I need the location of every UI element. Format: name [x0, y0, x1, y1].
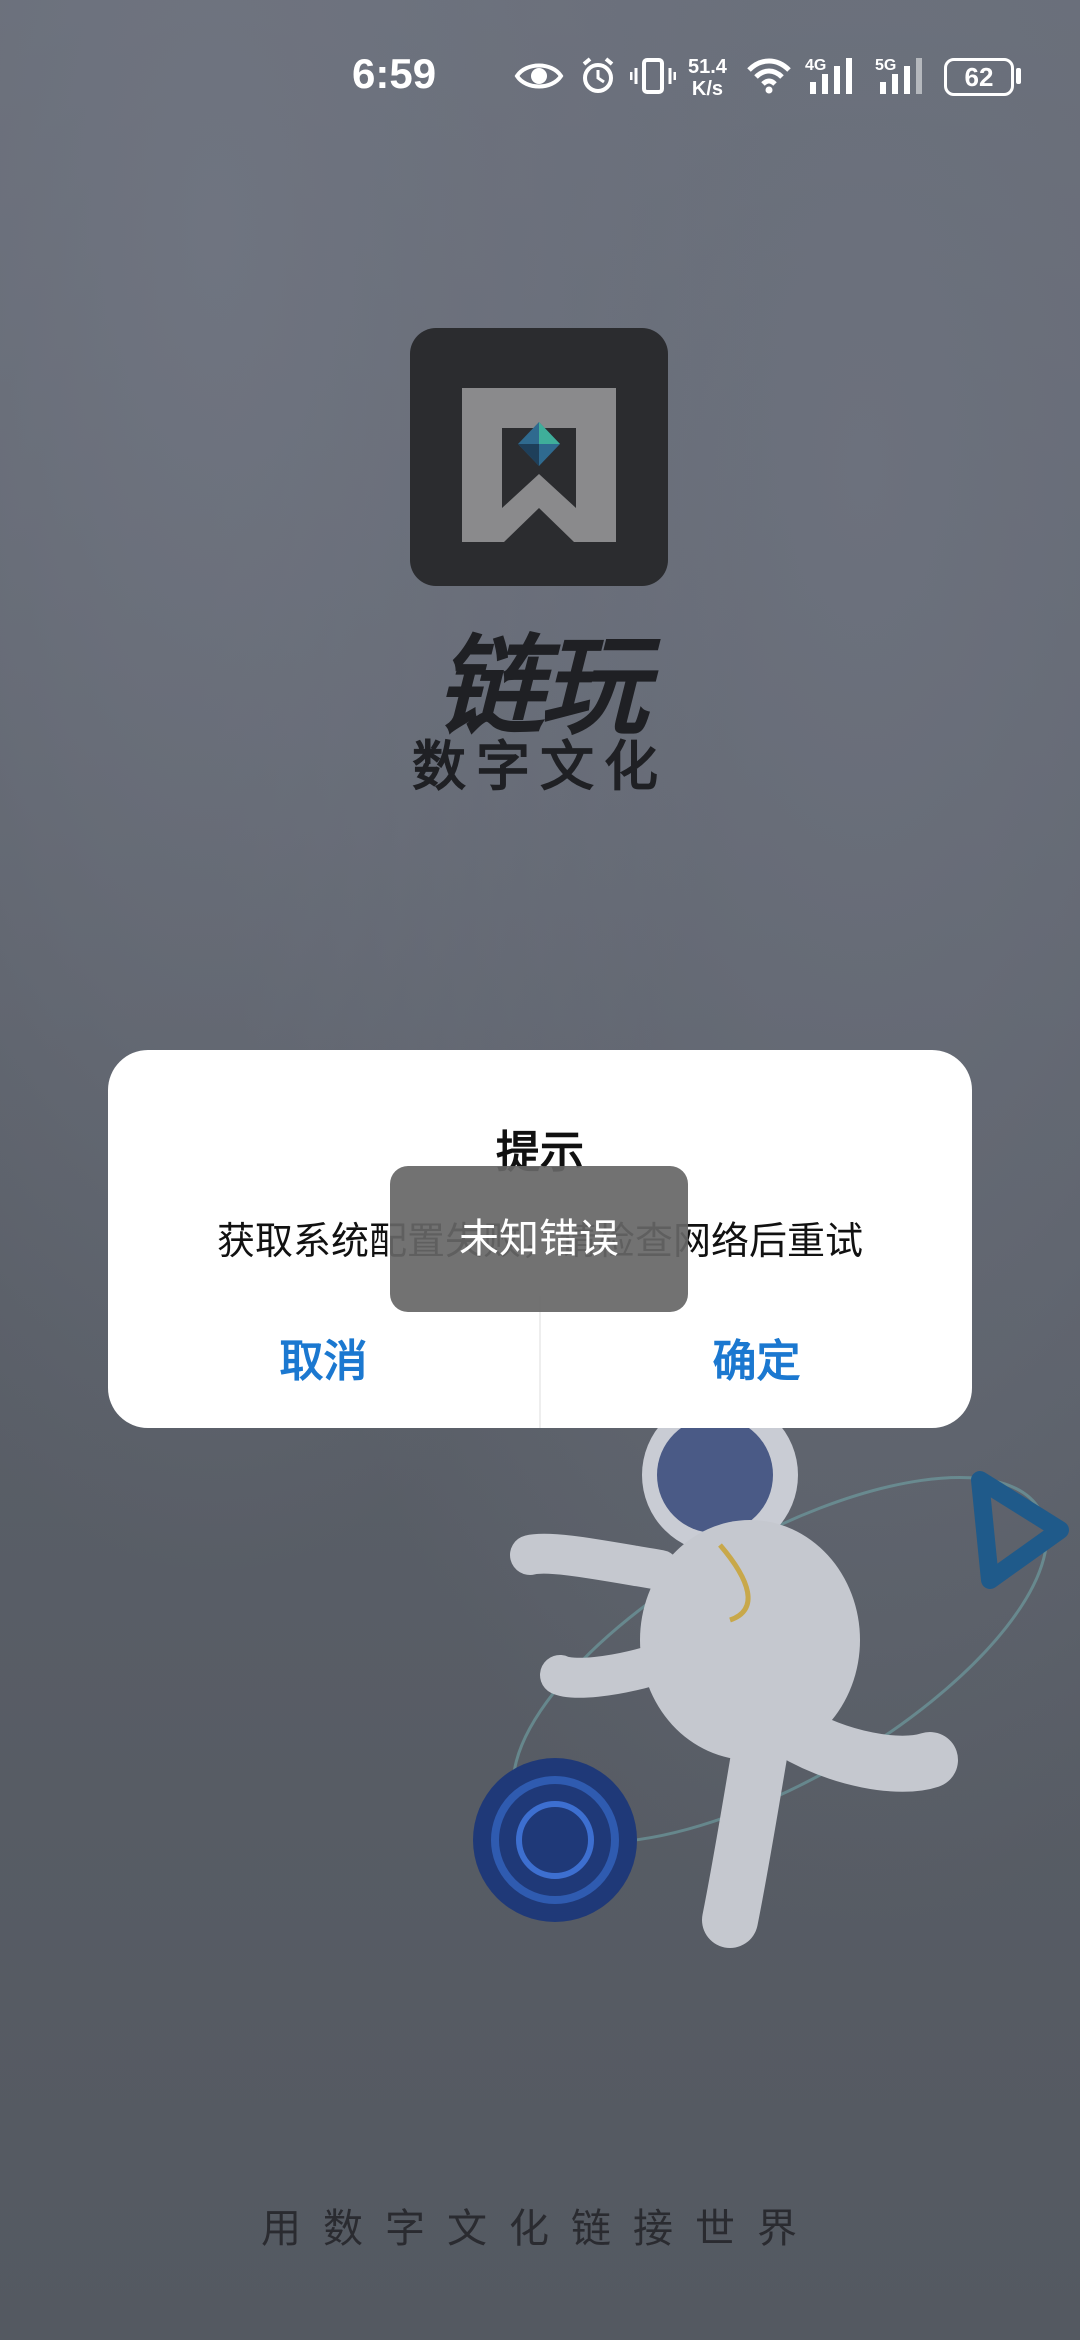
- slogan: 用数字文化链接世界: [261, 2206, 819, 2252]
- battery-icon: 62: [944, 58, 1014, 96]
- network-speed: 51.4 K/s: [688, 56, 727, 100]
- signal-4g-icon: [810, 58, 852, 94]
- network-speed-unit: K/s: [691, 78, 724, 100]
- battery-tip: [1016, 68, 1021, 84]
- confirm-button[interactable]: 确定: [541, 1296, 972, 1428]
- cancel-button[interactable]: 取消: [108, 1296, 539, 1428]
- vibrate-icon: [630, 58, 676, 94]
- status-time: 6:59: [352, 50, 437, 97]
- battery-level: 62: [964, 62, 994, 92]
- wifi-icon: [747, 58, 791, 94]
- signal-5g-icon: [880, 58, 922, 94]
- status-bar: 6:59 51.4 K/s 4G 5G 62: [0, 0, 1080, 150]
- brand-subtitle: 数字文化: [412, 735, 668, 798]
- astronaut-illustration: [473, 1397, 1069, 1948]
- network-speed-value: 51.4: [688, 56, 727, 78]
- alarm-icon: [582, 57, 614, 93]
- logo-mark-icon: [462, 388, 616, 542]
- eye-icon: [514, 63, 564, 89]
- error-toast: 未知错误: [390, 1166, 688, 1312]
